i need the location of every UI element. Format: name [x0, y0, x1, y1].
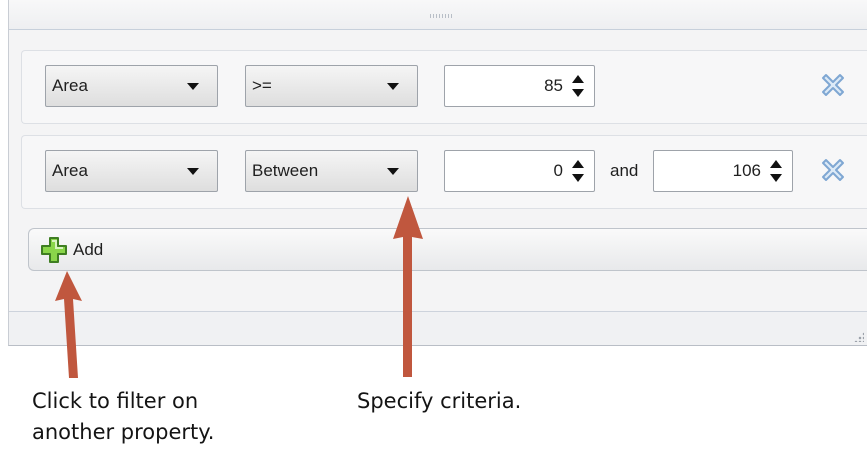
- chevron-down-icon: [187, 168, 199, 175]
- min-value-spinbox[interactable]: 0: [444, 150, 595, 192]
- spin-down-icon[interactable]: [770, 174, 782, 182]
- spin-up-icon[interactable]: [572, 160, 584, 168]
- filter-screenshot: Area >= 85 Area Between 0 and 106 Add Cl…: [0, 0, 867, 449]
- panel-status-bar: [9, 311, 867, 345]
- chevron-down-icon: [387, 83, 399, 90]
- panel-header-grip[interactable]: [9, 0, 867, 30]
- spinner-arrows-icon[interactable]: [571, 160, 585, 182]
- property-dropdown[interactable]: Area: [45, 65, 218, 107]
- chevron-down-icon: [187, 83, 199, 90]
- filter-rule-row-1: Area >= 85: [21, 50, 867, 124]
- max-value: 106: [732, 161, 761, 180]
- value-spinbox[interactable]: 85: [444, 65, 595, 107]
- drag-grip-icon[interactable]: [430, 14, 452, 18]
- spinner-arrows-icon[interactable]: [769, 160, 783, 182]
- min-value: 0: [553, 161, 563, 180]
- operator-dropdown[interactable]: Between: [245, 150, 418, 192]
- between-joiner-label: and: [610, 161, 639, 180]
- add-button-label: Add: [73, 240, 104, 259]
- spinner-arrows-icon[interactable]: [571, 75, 585, 97]
- spin-up-icon[interactable]: [572, 75, 584, 83]
- filter-panel: Area >= 85 Area Between 0 and 106 Add: [8, 0, 867, 346]
- max-value-spinbox[interactable]: 106: [653, 150, 793, 192]
- add-filter-button[interactable]: Add: [28, 228, 867, 271]
- add-annotation-line-1: Click to filter on: [32, 389, 199, 413]
- operator-dropdown-value: Between: [252, 161, 319, 180]
- value-spinbox-value: 85: [544, 76, 563, 95]
- resize-grip-icon[interactable]: [854, 332, 864, 342]
- property-dropdown-value: Area: [52, 161, 88, 180]
- plus-icon: [41, 237, 67, 263]
- filter-rule-row-2: Area Between 0 and 106: [21, 135, 867, 209]
- spin-down-icon[interactable]: [572, 174, 584, 182]
- chevron-down-icon: [387, 168, 399, 175]
- operator-dropdown-value: >=: [252, 76, 272, 95]
- operator-dropdown[interactable]: >=: [245, 65, 418, 107]
- spin-down-icon[interactable]: [572, 89, 584, 97]
- property-dropdown-value: Area: [52, 76, 88, 95]
- add-annotation-line-2: another property.: [32, 420, 215, 444]
- add-annotation: Click to filter on another property.: [32, 386, 214, 448]
- close-icon[interactable]: [818, 155, 848, 185]
- property-dropdown[interactable]: Area: [45, 150, 218, 192]
- spin-up-icon[interactable]: [770, 160, 782, 168]
- close-icon[interactable]: [818, 70, 848, 100]
- criteria-annotation: Specify criteria.: [357, 389, 522, 413]
